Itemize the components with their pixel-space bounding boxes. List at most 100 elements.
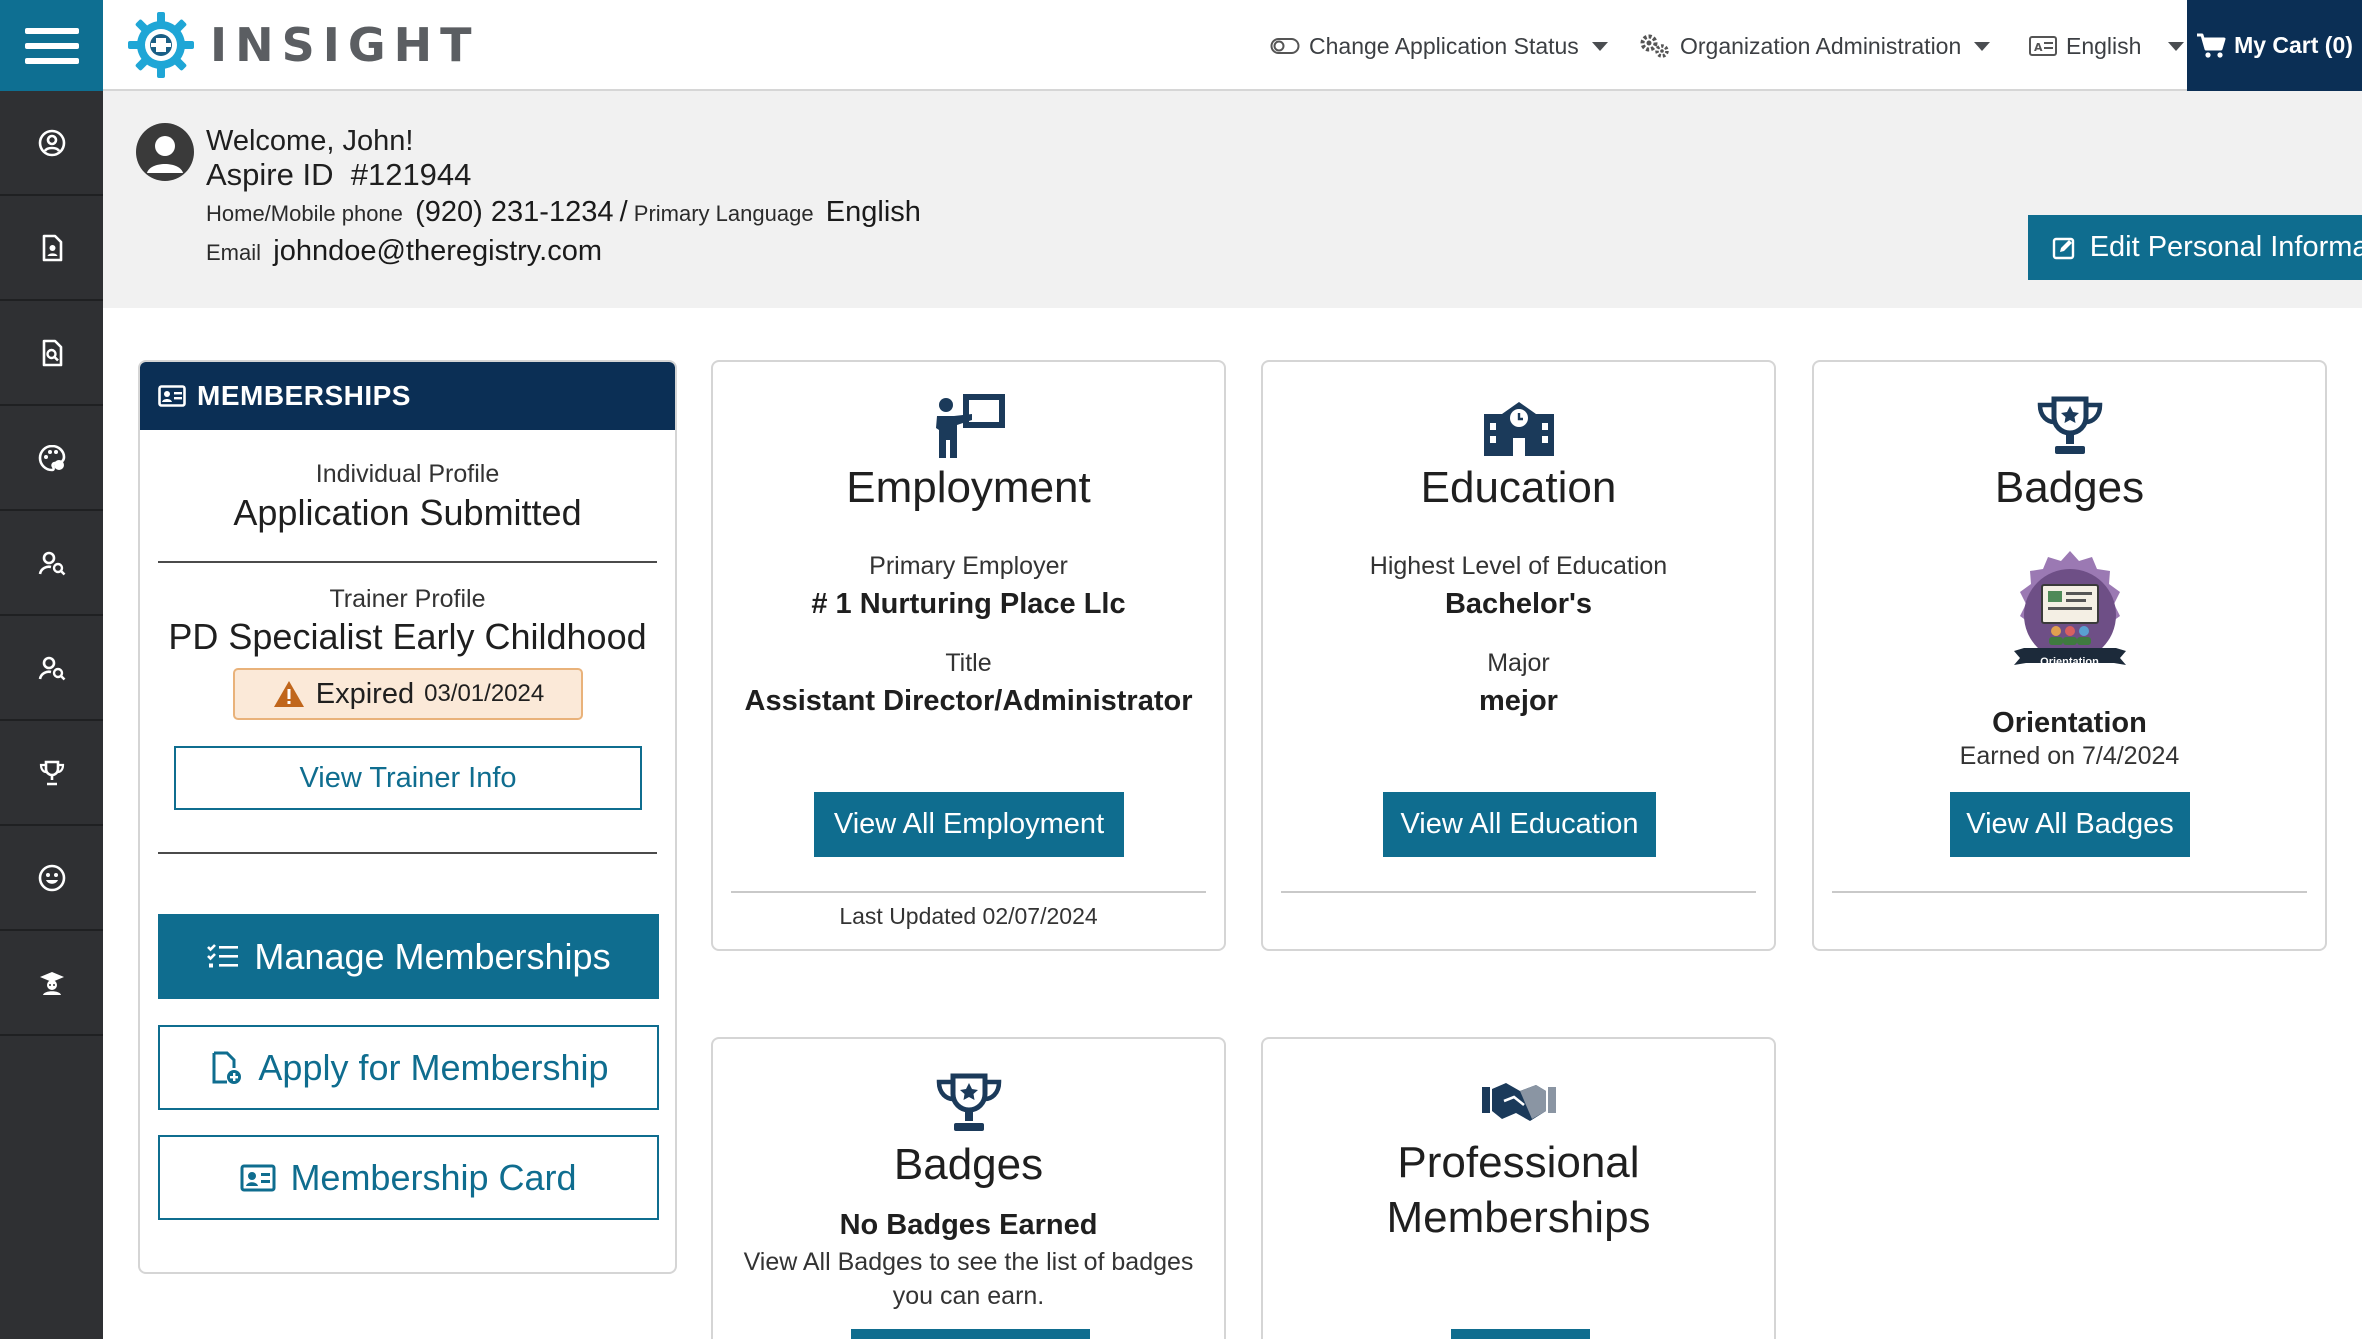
divider	[1832, 891, 2307, 893]
svg-text:A: A	[2034, 41, 2043, 54]
education-card: Education Highest Level of Education Bac…	[1261, 360, 1776, 951]
user-search-icon	[38, 551, 65, 575]
apply-for-membership-button[interactable]: Apply for Membership	[158, 1025, 659, 1110]
primary-employer-label: Primary Employer	[869, 552, 1068, 580]
language-icon: A	[2029, 36, 2057, 56]
edit-personal-information-label: Edit Personal Information	[2089, 231, 2362, 263]
aspire-id-label: Aspire ID	[206, 157, 334, 192]
chevron-down-icon	[1974, 41, 1991, 51]
membership-card-button[interactable]: Membership Card	[158, 1135, 659, 1220]
badges-empty-card: Badges No Badges Earned View All Badges …	[711, 1037, 1226, 1339]
sidebar-item-user-search[interactable]	[0, 511, 103, 616]
badge-name: Orientation	[1992, 707, 2147, 739]
menu-toggle-button[interactable]	[0, 0, 103, 91]
memberships-panel: MEMBERSHIPS Individual Profile Applicati…	[138, 360, 677, 1274]
badge-earned-date: Earned on 7/4/2024	[1959, 742, 2180, 770]
phone-label: Home/Mobile phone	[206, 201, 403, 226]
view-badges-button[interactable]	[851, 1329, 1090, 1339]
divider	[1281, 891, 1756, 893]
major-value: mejor	[1479, 685, 1558, 717]
education-level-label: Highest Level of Education	[1369, 552, 1668, 580]
apply-for-membership-label: Apply for Membership	[258, 1046, 609, 1088]
email-label: Email	[206, 240, 262, 265]
divider	[731, 891, 1206, 893]
edit-personal-information-button[interactable]: Edit Personal Information	[2028, 215, 2362, 280]
view-all-employment-button[interactable]: View All Employment	[814, 792, 1124, 857]
job-title-label: Title	[945, 649, 992, 677]
organization-administration-menu[interactable]: Organization Administration	[1639, 28, 1991, 64]
welcome-header: Welcome, John! Aspire ID #121944 Home/Mo…	[103, 91, 2362, 308]
sidebar-item-trainers[interactable]	[0, 931, 103, 1036]
badges-title: Badges	[1994, 463, 2145, 512]
sidebar-item-palette[interactable]	[0, 406, 103, 511]
app-logo[interactable]: INSIGHT	[126, 10, 480, 80]
my-cart-label: My Cart (0)	[2234, 32, 2353, 58]
warning-icon	[273, 681, 304, 707]
view-trainer-info-button[interactable]: View Trainer Info	[174, 746, 642, 810]
expired-label: Expired	[315, 677, 415, 710]
sidebar-item-profile[interactable]	[0, 91, 103, 196]
membership-card-label: Membership Card	[290, 1156, 577, 1198]
manage-memberships-label: Manage Memberships	[254, 935, 611, 977]
trainer-profile-title: PD Specialist Early Childhood	[168, 616, 647, 657]
my-cart-button[interactable]: My Cart (0)	[2187, 0, 2362, 91]
change-application-status-label: Change Application Status	[1309, 32, 1579, 59]
brand-name: INSIGHT	[210, 18, 480, 72]
sidebar-item-badges[interactable]	[0, 721, 103, 826]
toggle-icon	[1270, 38, 1300, 54]
school-icon	[1483, 402, 1554, 456]
checklist-icon	[207, 943, 239, 967]
gear-logo-icon	[128, 12, 194, 78]
sidebar-item-documents[interactable]	[0, 196, 103, 301]
view-all-education-button[interactable]: View All Education	[1383, 792, 1656, 857]
trainer-profile-label: Trainer Profile	[329, 585, 486, 613]
id-card-icon	[158, 385, 186, 407]
separator: /	[619, 196, 628, 228]
handshake-icon	[1481, 1083, 1556, 1121]
email-value: johndoe@theregistry.com	[273, 235, 602, 267]
education-title: Education	[1420, 463, 1617, 512]
view-trainer-info-label: View Trainer Info	[299, 761, 517, 794]
badge-ribbon-text: Orientation	[2040, 656, 2099, 668]
phone-value: (920) 231-1234	[415, 196, 614, 228]
aspire-id: Aspire ID #121944	[206, 157, 471, 193]
badges-hint: View All Badges to see the list of badge…	[743, 1248, 1194, 1310]
welcome-greeting: Welcome, John!	[206, 125, 414, 157]
sidebar-item-wellbeing[interactable]	[0, 826, 103, 931]
employment-last-updated: Last Updated 02/07/2024	[839, 903, 1098, 929]
manage-memberships-button[interactable]: Manage Memberships	[158, 914, 659, 999]
education-level-value: Bachelor's	[1444, 588, 1593, 620]
view-all-education-label: View All Education	[1400, 808, 1639, 840]
professional-memberships-card: Professional Memberships	[1261, 1037, 1776, 1339]
presentation-icon	[935, 394, 1005, 458]
employment-card: Employment Primary Employer # 1 Nurturin…	[711, 360, 1226, 951]
chevron-down-icon	[2168, 41, 2185, 51]
primary-employer-value: # 1 Nurturing Place Llc	[811, 588, 1126, 620]
primary-language-value: English	[825, 196, 921, 228]
language-label: English	[2066, 32, 2142, 59]
major-label: Major	[1487, 649, 1550, 677]
user-search-icon	[38, 656, 65, 680]
expired-date: 03/01/2024	[424, 680, 545, 707]
user-circle-icon	[38, 129, 65, 156]
palette-icon	[38, 444, 65, 471]
contact-row: Home/Mobile phone (920) 231-1234 / Prima…	[206, 196, 921, 229]
individual-profile-status: Application Submitted	[233, 492, 582, 533]
menu-icon	[24, 27, 79, 34]
divider	[158, 852, 657, 854]
user-avatar-icon	[147, 136, 183, 173]
badges-empty-title: Badges	[893, 1140, 1044, 1189]
view-professional-memberships-button[interactable]	[1451, 1329, 1590, 1339]
sidebar-item-document-search[interactable]	[0, 301, 103, 406]
top-bar: INSIGHT Change Application Status Organi…	[0, 0, 2362, 91]
teacher-icon	[39, 971, 64, 995]
cart-icon	[2197, 33, 2226, 58]
change-application-status-menu[interactable]: Change Application Status	[1270, 28, 1608, 64]
divider	[158, 561, 657, 563]
trophy-icon	[936, 1073, 1001, 1131]
language-selector[interactable]: A English	[2029, 28, 2185, 64]
gears-icon	[1640, 34, 1669, 58]
view-all-badges-button[interactable]: View All Badges	[1950, 792, 2190, 857]
sidebar-item-user-search-2[interactable]	[0, 616, 103, 721]
edit-icon	[2052, 237, 2074, 259]
